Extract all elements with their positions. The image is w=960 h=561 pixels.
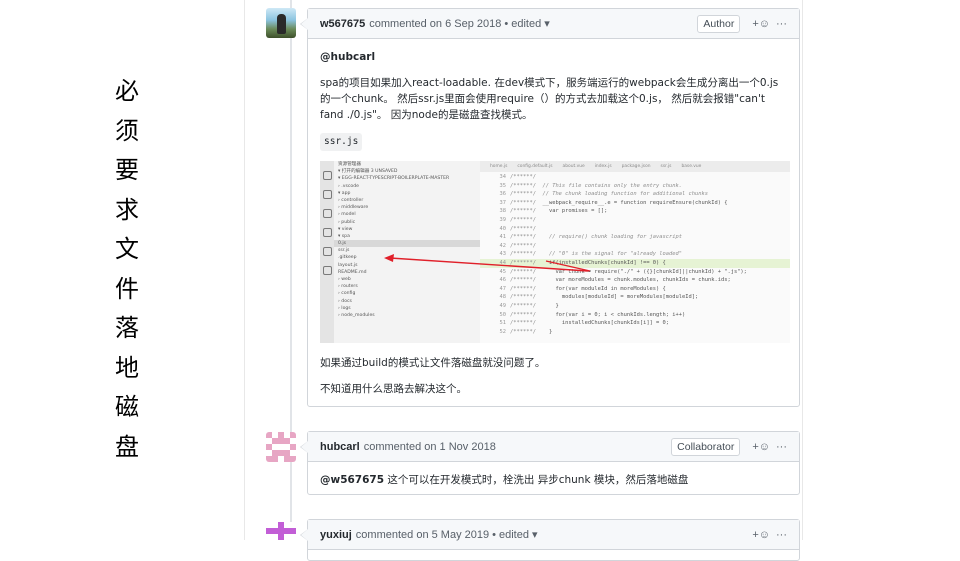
more-options-icon[interactable]: ··· bbox=[776, 18, 787, 30]
comment-hubcarl: hubcarl commented on 1 Nov 2018 Collabor… bbox=[300, 431, 800, 498]
separator-dot: • bbox=[504, 17, 509, 30]
comment-header: yuxiuj commented on 5 May 2019 • edited … bbox=[300, 520, 799, 550]
vertical-title: 必 须 要 求 文 件 落 地 磁 盘 bbox=[110, 72, 144, 467]
editor-screenshot[interactable]: 资源管理器 ▾ 打开的编辑器 3 UNSAVED ▾ EGG-REACT-TYPES… bbox=[320, 161, 790, 343]
author-link[interactable]: yuxiuj bbox=[320, 529, 352, 541]
red-arrow-annotation bbox=[384, 254, 591, 272]
arrow-head bbox=[384, 254, 394, 262]
author-badge: Author bbox=[697, 14, 741, 33]
separator-dot: • bbox=[492, 528, 496, 541]
comment-body: @hubcarl spa的项目如果加入react-loadable. 在dev模… bbox=[308, 39, 799, 417]
more-options-icon[interactable]: ··· bbox=[776, 441, 787, 453]
avatar[interactable] bbox=[266, 522, 296, 552]
more-options-icon[interactable]: ··· bbox=[776, 529, 787, 541]
title-char: 地 bbox=[115, 353, 139, 382]
comment-date[interactable]: commented on 6 Sep 2018 bbox=[369, 18, 501, 30]
edited-dropdown[interactable]: edited bbox=[499, 529, 529, 541]
comment-yuxiuj: yuxiuj commented on 5 May 2019 • edited … bbox=[300, 519, 800, 561]
chevron-down-icon[interactable]: ▾ bbox=[544, 17, 550, 30]
comment-paragraph: spa的项目如果加入react-loadable. 在dev模式下，服务端运行的… bbox=[320, 77, 779, 121]
edited-dropdown[interactable]: edited bbox=[511, 18, 541, 30]
add-reaction-icon[interactable]: +☺ bbox=[752, 529, 770, 541]
title-char: 文 bbox=[115, 235, 139, 263]
comment-body: @w567675 这个可以在开发模式时，栓洗出 异步chunk 模块，然后落地磁… bbox=[308, 462, 799, 498]
comment-caret bbox=[300, 18, 308, 30]
comment-caret bbox=[300, 529, 308, 541]
title-char: 要 bbox=[115, 156, 139, 184]
mention-link[interactable]: @hubcarl bbox=[320, 49, 787, 65]
comment-date[interactable]: commented on 1 Nov 2018 bbox=[364, 441, 496, 453]
comment-caret bbox=[300, 441, 308, 453]
add-reaction-icon[interactable]: +☺ bbox=[752, 441, 770, 453]
collaborator-badge: Collaborator bbox=[671, 437, 741, 456]
add-reaction-icon[interactable]: +☺ bbox=[752, 18, 770, 30]
avatar-figure bbox=[277, 14, 286, 34]
author-link[interactable]: w567675 bbox=[320, 18, 365, 30]
comment-header: w567675 commented on 6 Sep 2018 • edited… bbox=[300, 9, 799, 39]
title-char: 须 bbox=[115, 116, 139, 145]
comment-header: hubcarl commented on 1 Nov 2018 Collabor… bbox=[300, 432, 799, 462]
title-char: 求 bbox=[115, 195, 139, 224]
mention-link[interactable]: @w567675 bbox=[320, 474, 384, 486]
author-link[interactable]: hubcarl bbox=[320, 441, 360, 453]
avatar[interactable] bbox=[266, 432, 296, 462]
title-char: 磁 bbox=[115, 393, 139, 421]
title-char: 盘 bbox=[115, 432, 139, 461]
file-name-code: ssr.js bbox=[320, 133, 363, 151]
page-right-edge bbox=[802, 0, 803, 540]
comment-w567675: w567675 commented on 6 Sep 2018 • edited… bbox=[300, 8, 800, 407]
chevron-down-icon[interactable]: ▾ bbox=[532, 528, 538, 541]
title-char: 落 bbox=[115, 314, 139, 342]
title-char: 必 bbox=[115, 77, 139, 105]
comment-paragraph: 如果通过build的模式让文件落磁盘就没问题了。 bbox=[320, 357, 546, 369]
comment-text: 这个可以在开发模式时，栓洗出 异步chunk 模块，然后落地磁盘 bbox=[384, 474, 689, 486]
title-char: 件 bbox=[115, 274, 139, 303]
avatar[interactable] bbox=[266, 8, 296, 38]
page-left-edge bbox=[244, 0, 245, 540]
comment-paragraph: 不知道用什么思路去解决这个。 bbox=[320, 383, 467, 395]
comment-date[interactable]: commented on 5 May 2019 bbox=[356, 529, 489, 541]
arrow-line bbox=[389, 257, 589, 272]
